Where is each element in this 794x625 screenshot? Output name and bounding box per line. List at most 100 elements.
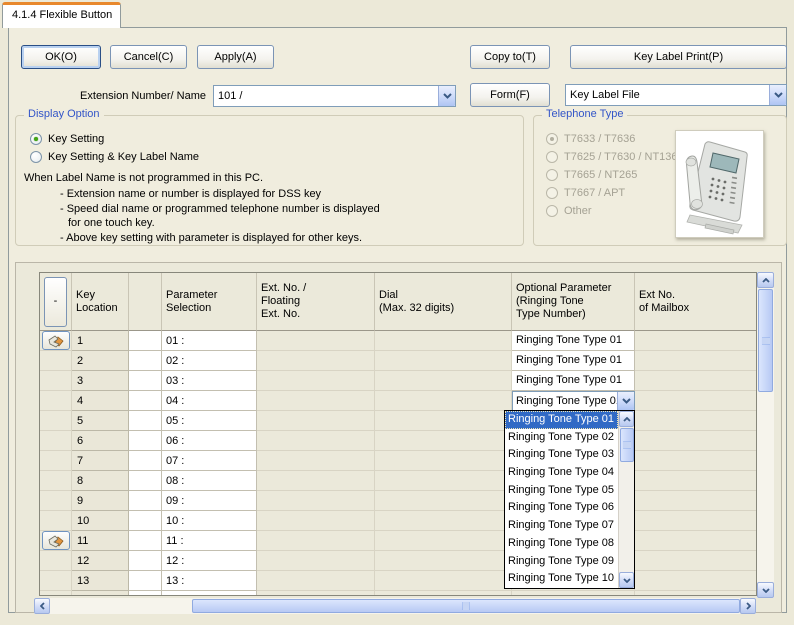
ext-no-cell[interactable] — [257, 391, 375, 411]
collapse-button[interactable]: - — [44, 277, 67, 327]
dial-cell[interactable] — [375, 571, 512, 591]
mailbox-cell[interactable] — [635, 331, 756, 351]
mailbox-cell[interactable] — [635, 511, 756, 531]
key-label-file-select[interactable]: Key Label File — [565, 84, 787, 106]
key-type-cell[interactable] — [129, 411, 162, 431]
form-button[interactable]: Form(F) — [470, 83, 550, 107]
dropdown-item[interactable]: Ringing Tone Type 08 — [505, 535, 618, 553]
radio-telephone-type-2[interactable]: T7665 / NT265 — [546, 168, 637, 182]
key-type-cell[interactable] — [129, 491, 162, 511]
parameter-selection-cell[interactable]: 10 : — [162, 511, 257, 531]
mailbox-cell[interactable] — [635, 531, 756, 551]
key-type-cell[interactable] — [129, 351, 162, 371]
dial-cell[interactable] — [375, 491, 512, 511]
mailbox-cell[interactable] — [635, 471, 756, 491]
dial-cell[interactable] — [375, 551, 512, 571]
dial-cell[interactable] — [375, 411, 512, 431]
mailbox-cell[interactable] — [635, 411, 756, 431]
dropdown-item[interactable]: Ringing Tone Type 06 — [505, 499, 618, 517]
parameter-selection-cell[interactable]: 07 : — [162, 451, 257, 471]
parameter-selection-cell[interactable]: 06 : — [162, 431, 257, 451]
chevron-down-icon[interactable] — [438, 86, 455, 106]
scroll-left-icon[interactable] — [34, 598, 50, 614]
mailbox-cell[interactable] — [635, 491, 756, 511]
key-type-cell[interactable] — [129, 471, 162, 491]
ext-no-cell[interactable] — [257, 531, 375, 551]
mailbox-cell[interactable] — [635, 351, 756, 371]
select-key-button[interactable] — [42, 531, 70, 550]
ext-no-cell[interactable] — [257, 431, 375, 451]
select-key-button[interactable] — [42, 331, 70, 350]
parameter-selection-cell[interactable]: 05 : — [162, 411, 257, 431]
scroll-down-icon[interactable] — [757, 582, 774, 598]
dial-cell[interactable] — [375, 431, 512, 451]
dial-cell[interactable] — [375, 511, 512, 531]
mailbox-cell[interactable] — [635, 431, 756, 451]
dropdown-item[interactable]: Ringing Tone Type 05 — [505, 482, 618, 500]
parameter-selection-cell[interactable]: 02 : — [162, 351, 257, 371]
dropdown-item[interactable]: Ringing Tone Type 10 — [505, 570, 618, 588]
parameter-selection-cell[interactable]: 11 : — [162, 531, 257, 551]
dial-cell[interactable] — [375, 331, 512, 351]
tab-flexible-button[interactable]: 4.1.4 Flexible Button — [2, 2, 121, 28]
dial-cell[interactable] — [375, 391, 512, 411]
dial-cell[interactable] — [375, 531, 512, 551]
table-horizontal-scrollbar[interactable] — [34, 598, 756, 614]
ext-no-cell[interactable] — [257, 551, 375, 571]
key-type-cell[interactable] — [129, 571, 162, 591]
key-type-cell[interactable] — [129, 331, 162, 351]
dropdown-item[interactable]: Ringing Tone Type 07 — [505, 517, 618, 535]
key-type-cell[interactable] — [129, 431, 162, 451]
mailbox-cell[interactable] — [635, 571, 756, 591]
parameter-selection-cell[interactable]: 01 : — [162, 331, 257, 351]
ext-no-cell[interactable] — [257, 471, 375, 491]
copy-to-button[interactable]: Copy to(T) — [470, 45, 550, 69]
radio-telephone-type-4[interactable]: Other — [546, 204, 592, 218]
dial-cell[interactable] — [375, 451, 512, 471]
dial-cell[interactable] — [375, 471, 512, 491]
optional-parameter-cell[interactable]: Ringing Tone Type 01 — [512, 351, 635, 371]
radio-display-option-1[interactable]: Key Setting & Key Label Name — [30, 150, 199, 164]
ext-no-cell[interactable] — [257, 511, 375, 531]
ext-no-cell[interactable] — [257, 331, 375, 351]
chevron-down-icon[interactable] — [769, 85, 786, 105]
mailbox-cell[interactable] — [635, 551, 756, 571]
mailbox-cell[interactable] — [635, 391, 756, 411]
table-vertical-scrollbar[interactable] — [757, 272, 774, 598]
dropdown-item[interactable]: Ringing Tone Type 04 — [505, 464, 618, 482]
vertical-scroll-thumb[interactable] — [758, 289, 773, 392]
parameter-selection-cell[interactable]: 13 : — [162, 571, 257, 591]
ext-no-cell[interactable] — [257, 371, 375, 391]
key-type-cell[interactable] — [129, 511, 162, 531]
cancel-button[interactable]: Cancel(C) — [110, 45, 187, 69]
dropdown-scroll-thumb[interactable] — [620, 428, 634, 462]
parameter-selection-cell[interactable]: 03 : — [162, 371, 257, 391]
optional-parameter-cell[interactable]: Ringing Tone Type 01 — [512, 331, 635, 351]
radio-telephone-type-3[interactable]: T7667 / APT — [546, 186, 625, 200]
ext-no-cell[interactable] — [257, 351, 375, 371]
ringing-tone-select[interactable]: Ringing Tone Type 01 — [512, 391, 635, 411]
dial-cell[interactable] — [375, 371, 512, 391]
mailbox-cell[interactable] — [635, 371, 756, 391]
scroll-up-icon[interactable] — [757, 272, 774, 288]
ok-button[interactable]: OK(O) — [21, 45, 101, 69]
parameter-selection-cell[interactable]: 08 : — [162, 471, 257, 491]
dropdown-item[interactable]: Ringing Tone Type 01 — [505, 411, 618, 429]
key-type-cell[interactable] — [129, 531, 162, 551]
optional-parameter-cell[interactable]: Ringing Tone Type 01 — [512, 391, 635, 411]
parameter-selection-cell[interactable]: 04 : — [162, 391, 257, 411]
radio-display-option-0[interactable]: Key Setting — [30, 132, 104, 146]
radio-telephone-type-1[interactable]: T7625 / T7630 / NT136 — [546, 150, 678, 164]
horizontal-scroll-thumb[interactable] — [192, 599, 740, 613]
ext-no-cell[interactable] — [257, 451, 375, 471]
chevron-down-icon[interactable] — [617, 392, 634, 410]
key-type-cell[interactable] — [129, 371, 162, 391]
optional-parameter-cell[interactable]: Ringing Tone Type 01 — [512, 371, 635, 391]
key-type-cell[interactable] — [129, 391, 162, 411]
ext-no-cell[interactable] — [257, 571, 375, 591]
apply-button[interactable]: Apply(A) — [197, 45, 274, 69]
scroll-up-icon[interactable] — [619, 411, 634, 427]
parameter-selection-cell[interactable]: 12 : — [162, 551, 257, 571]
extension-number-select[interactable]: 101 / — [213, 85, 456, 107]
key-type-cell[interactable] — [129, 451, 162, 471]
